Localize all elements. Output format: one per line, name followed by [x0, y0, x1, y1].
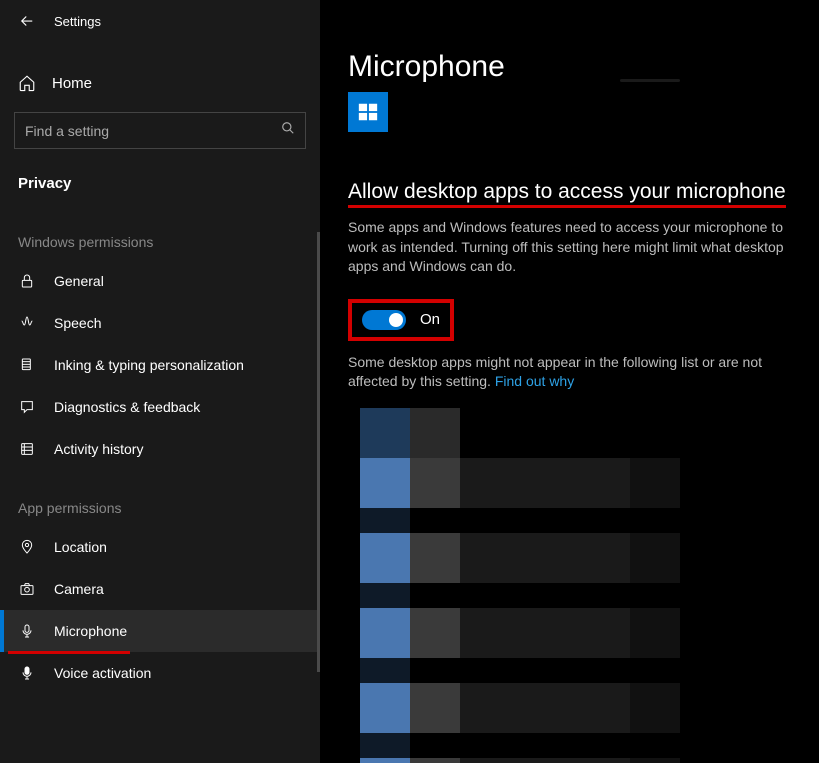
sidebar-item-home[interactable]: Home: [0, 62, 320, 104]
section-header-windows-permissions: Windows permissions: [0, 204, 320, 260]
nav-label: General: [54, 273, 104, 289]
list-item: [360, 533, 789, 583]
desktop-app-list: [360, 408, 789, 763]
nav-label: Diagnostics & feedback: [54, 399, 200, 415]
sidebar-item-location[interactable]: Location: [0, 526, 320, 568]
desktop-apps-mic-toggle-row: On: [348, 299, 454, 341]
sidebar-item-microphone[interactable]: Microphone: [0, 610, 320, 652]
activity-icon: [18, 441, 36, 457]
inking-icon: [18, 357, 36, 373]
toggle-thumb: [389, 313, 403, 327]
search-input[interactable]: [25, 123, 281, 139]
decorative-line: [620, 79, 680, 82]
list-item: [360, 458, 789, 508]
home-icon: [18, 74, 36, 92]
sidebar-item-activity[interactable]: Activity history: [0, 428, 320, 470]
main-content: Microphone Allow desktop apps to access …: [320, 0, 819, 763]
list-item: [360, 508, 789, 533]
nav-label: Location: [54, 539, 107, 555]
nav-label: Camera: [54, 581, 104, 597]
list-item: [360, 408, 789, 458]
sidebar-item-camera[interactable]: Camera: [0, 568, 320, 610]
privacy-category-label: Privacy: [0, 157, 320, 204]
list-item: [360, 608, 789, 658]
list-item: [360, 758, 789, 763]
home-label: Home: [52, 75, 92, 92]
sidebar-item-diagnostics[interactable]: Diagnostics & feedback: [0, 386, 320, 428]
nav-label: Microphone: [54, 623, 127, 639]
microphone-icon: [18, 623, 36, 639]
camera-icon: [18, 581, 36, 597]
titlebar: Settings: [0, 0, 320, 42]
nav-label: Speech: [54, 315, 101, 331]
settings-sidebar: Settings Home Privacy Windows permission…: [0, 0, 320, 763]
list-item: [360, 583, 789, 608]
desktop-apps-mic-toggle[interactable]: [362, 310, 406, 330]
back-button[interactable]: [18, 12, 36, 30]
sidebar-item-speech[interactable]: Speech: [0, 302, 320, 344]
nav-label: Activity history: [54, 441, 143, 457]
location-icon: [18, 539, 36, 555]
speech-icon: [18, 315, 36, 331]
list-item: [360, 683, 789, 733]
nav-label: Voice activation: [54, 665, 151, 681]
page-title: Microphone: [348, 50, 789, 84]
sidebar-item-inking[interactable]: Inking & typing personalization: [0, 344, 320, 386]
voice-icon: [18, 665, 36, 681]
search-container: [0, 104, 320, 157]
sidebar-item-voice[interactable]: Voice activation: [0, 652, 320, 694]
feedback-icon: [18, 399, 36, 415]
window-title: Settings: [54, 14, 101, 29]
sidebar-item-general[interactable]: General: [0, 260, 320, 302]
search-box[interactable]: [14, 112, 306, 149]
section-header-app-permissions: App permissions: [0, 470, 320, 526]
section-title: Allow desktop apps to access your microp…: [348, 180, 786, 208]
note-text: Some desktop apps might not appear in th…: [348, 353, 788, 392]
nav-label: Inking & typing personalization: [54, 357, 244, 373]
toggle-state-label: On: [420, 311, 440, 328]
list-item: [360, 658, 789, 683]
search-icon: [281, 121, 295, 140]
find-out-why-link[interactable]: Find out why: [495, 373, 574, 389]
lock-icon: [18, 273, 36, 289]
section-description: Some apps and Windows features need to a…: [348, 218, 789, 277]
list-item: [360, 733, 789, 758]
app-tile-icon: [348, 92, 388, 132]
